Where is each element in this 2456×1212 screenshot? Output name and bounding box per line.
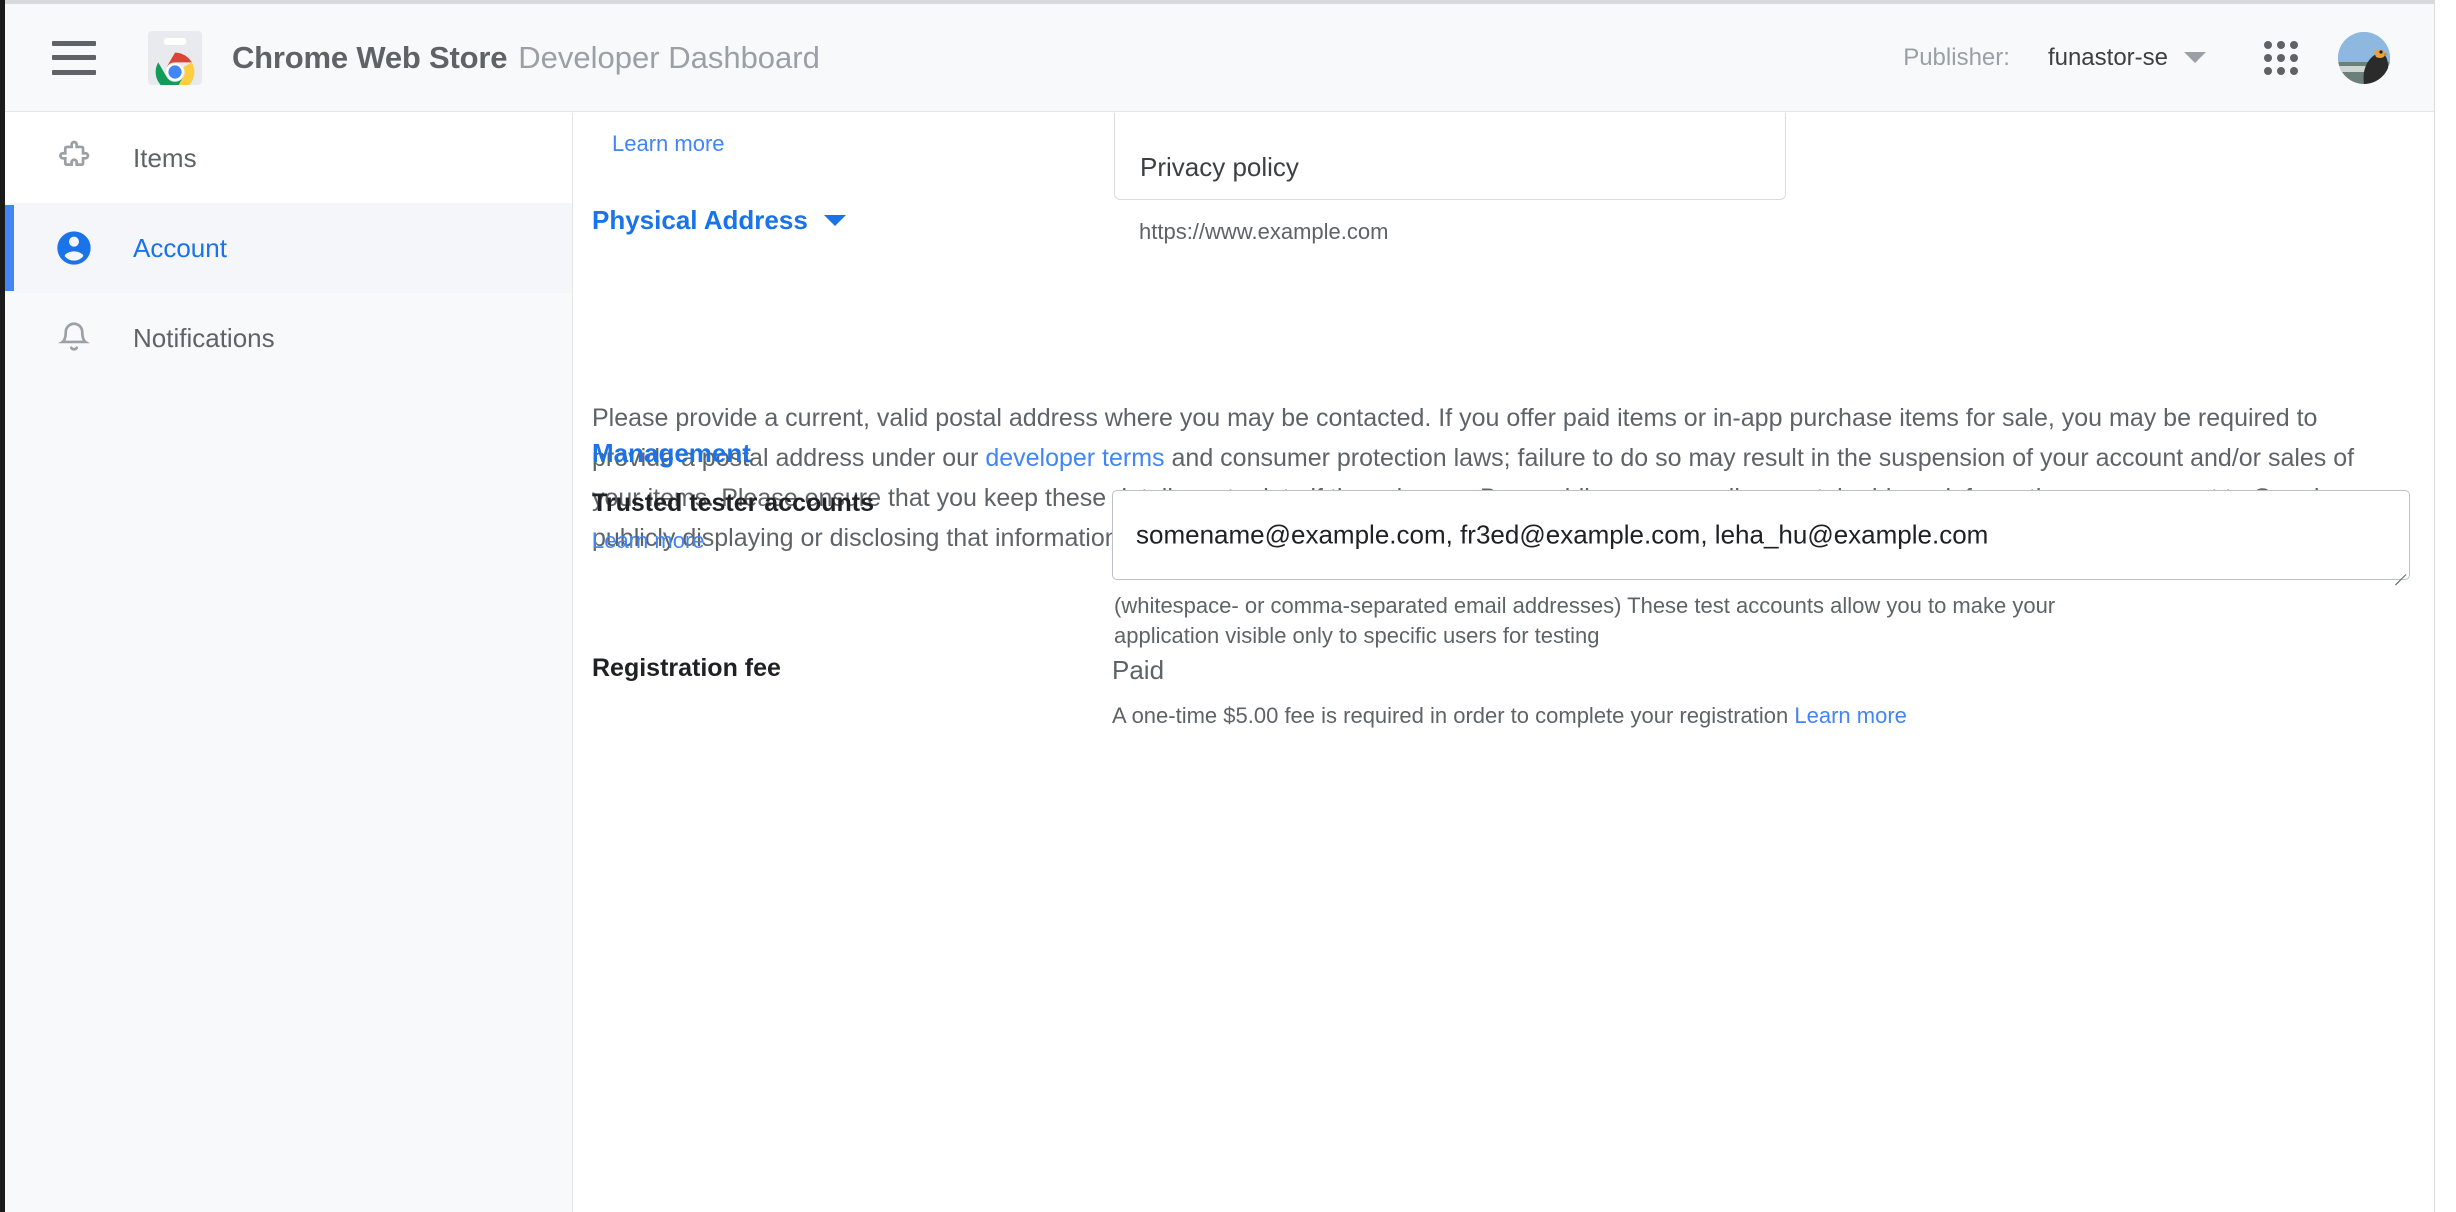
apps-grid-dot [2264,40,2272,49]
management-heading: Management [592,438,751,468]
privacy-policy-field[interactable]: Privacy policy [1114,113,1786,200]
trusted-tester-value: somename@example.com, fr3ed@example.com,… [1136,519,1989,550]
chrome-icon [155,52,195,85]
registration-fee-note-text: A one-time $5.00 fee is required in orde… [1112,703,1795,728]
privacy-learn-more-link[interactable]: Learn more [612,131,725,157]
avatar-image [2338,31,2390,84]
hamburger-bar [52,55,96,60]
management-section-header[interactable]: Management [592,438,751,469]
publisher-selector[interactable]: funastor-se [2048,44,2168,72]
sidebar-item-label: Account [133,232,227,263]
puzzle-piece-icon [53,137,95,179]
registration-fee-label: Registration fee [592,654,781,682]
avatar[interactable] [2338,31,2390,84]
developer-terms-link[interactable]: developer terms [985,444,1164,472]
trusted-tester-label: Trusted tester accounts [592,489,875,517]
account-circle-icon [53,227,95,269]
apps-grid-dot [2264,66,2272,75]
apps-grid-dot [2277,40,2285,49]
shopping-bag-handle [164,37,186,45]
apps-grid-dot [2277,66,2285,75]
page-title: Chrome Web Store Developer Dashboard [232,40,820,76]
main-content: Learn more Privacy policy https://www.ex… [574,113,2434,1212]
hamburger-menu-icon[interactable] [52,40,96,75]
sidebar-item-notifications[interactable]: Notifications [5,293,572,383]
window-top-hairline [5,0,2434,4]
window-left-edge [0,0,5,1212]
sidebar-item-label: Items [133,142,197,173]
physical-address-section-header[interactable]: Physical Address [592,205,846,236]
apps-grid-dot [2264,53,2272,62]
apps-grid-dot [2290,53,2298,62]
bell-icon [53,317,95,359]
trusted-tester-input[interactable]: somename@example.com, fr3ed@example.com,… [1112,490,2410,580]
registration-fee-learn-more-link[interactable]: Learn more [1794,703,1907,728]
sidebar-item-items[interactable]: Items [5,113,572,203]
apps-grid-dot [2290,66,2298,75]
trusted-tester-hint: (whitespace- or comma-separated email ad… [1114,593,2056,648]
privacy-policy-value: Privacy policy [1140,152,1299,182]
chrome-web-store-logo[interactable] [148,30,202,85]
sidebar-item-account[interactable]: Account [5,203,572,293]
apps-grid-dot [2290,40,2298,49]
hamburger-bar [52,40,96,46]
apps-grid-icon[interactable] [2264,40,2298,75]
registration-fee-note: A one-time $5.00 fee is required in orde… [1112,703,1907,729]
sidebar: Items Account Notifications [5,113,573,1212]
apps-grid-dot [2277,53,2285,62]
header-actions: Publisher: funastor-se [1903,31,2434,84]
hamburger-bar [52,69,96,75]
privacy-policy-hint: https://www.example.com [1139,219,1389,244]
app-title-secondary: Developer Dashboard [518,39,820,75]
page-scrollbar[interactable] [2434,0,2456,1212]
trusted-tester-learn-more-link[interactable]: Learn more [592,528,705,554]
app-title-primary: Chrome Web Store [232,39,508,75]
chevron-down-icon[interactable] [2184,52,2206,63]
registration-fee-value: Paid [1112,655,1165,685]
sidebar-item-label: Notifications [133,322,275,353]
app-header: Chrome Web Store Developer Dashboard Pub… [5,4,2434,112]
textarea-resize-handle[interactable] [2392,562,2406,576]
chevron-down-icon[interactable] [823,215,846,226]
app-root: Chrome Web Store Developer Dashboard Pub… [0,0,2456,1212]
physical-address-heading: Physical Address [592,205,808,235]
publisher-label: Publisher: [1903,43,2010,71]
